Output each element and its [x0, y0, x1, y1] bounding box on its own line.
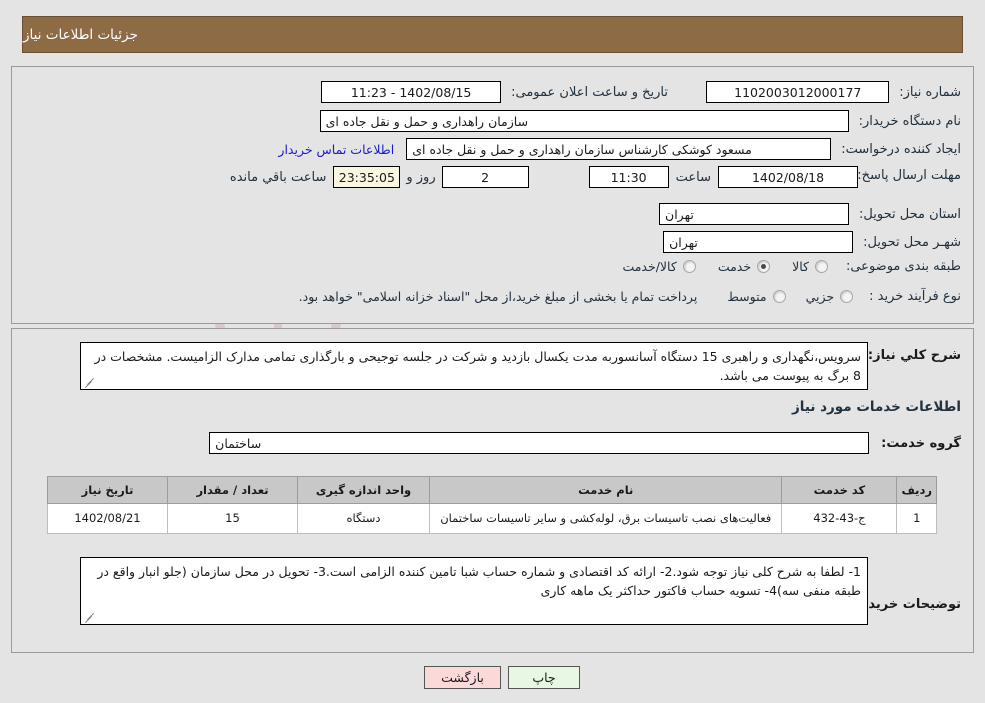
cell-index: 1: [896, 503, 937, 534]
deadline-date-field[interactable]: 1402/08/18: [718, 166, 858, 188]
request-creator-row: ایجاد کننده درخواست: مسعود کوشکی کارشناس…: [278, 138, 961, 160]
cell-unit: دستگاه: [297, 503, 430, 534]
deadline-hour-field[interactable]: 11:30: [588, 166, 669, 188]
purchase-type-row: نوع فرآیند خرید : جزیي متوسط پرداخت تمام…: [299, 289, 961, 304]
category-row: طبقه بندی موضوعی: کالا خدمت کالا/خدمت: [622, 259, 961, 274]
request-creator-label: ایجاد کننده درخواست:: [841, 141, 961, 157]
buyer-org-row: نام دستگاه خریدار: سازمان راهداری و حمل …: [319, 110, 961, 132]
category-radio-kala-khedmat[interactable]: [682, 260, 696, 273]
table-row: 1 ج-43-432 فعالیت‌های نصب تاسیسات برق، ل…: [47, 503, 937, 534]
category-option-kala-khedmat[interactable]: کالا/خدمت: [622, 259, 696, 274]
cell-name: فعالیت‌های نصب تاسیسات برق، لوله‌کشی و س…: [428, 503, 783, 534]
service-details-panel: شرح کلي نیاز: سرویس،نگهداری و راهبری 15 …: [11, 328, 974, 653]
province-field[interactable]: تهران: [659, 203, 850, 225]
category-option-khedmat[interactable]: خدمت: [717, 259, 771, 274]
cell-date: 1402/08/21: [47, 503, 168, 534]
deadline-days-label: روز و: [406, 169, 436, 185]
service-group-label: گروه خدمت:: [881, 435, 961, 451]
purchase-type-option-jozi[interactable]: جزیي: [806, 289, 854, 304]
buyer-notes-text: 1- لطفا به شرح کلی نیاز توجه شود.2- ارائ…: [97, 564, 861, 599]
need-info-panel: شماره نیاز: 1102003012000177 تاریخ و ساع…: [11, 66, 974, 324]
table-col-qty: تعداد / مقدار: [167, 476, 298, 504]
service-group-field[interactable]: ساختمان: [209, 432, 870, 454]
buyer-org-field[interactable]: سازمان راهداری و حمل و نقل جاده ای: [319, 110, 849, 132]
category-label-kala-khedmat: کالا/خدمت: [622, 259, 677, 274]
category-radio-kala[interactable]: [814, 260, 828, 273]
purchase-type-label-motevaset: متوسط: [727, 289, 767, 304]
table-col-name: نام خدمت: [428, 476, 783, 504]
category-label-khedmat: خدمت: [717, 259, 752, 274]
category-label: طبقه بندی موضوعی:: [845, 259, 961, 274]
purchase-type-note: پرداخت تمام یا بخشی از مبلغ خرید،از محل …: [298, 289, 698, 304]
need-number-row: شماره نیاز: 1102003012000177: [706, 81, 961, 103]
table-header-row: ردیف کد خدمت نام خدمت واحد اندازه گیری ت…: [47, 476, 937, 504]
purchase-type-radio-motevaset[interactable]: [772, 290, 786, 303]
purchase-type-option-motevaset[interactable]: متوسط: [727, 289, 786, 304]
deadline-hour-label: ساعت: [675, 169, 711, 185]
buyer-org-label: نام دستگاه خریدار:: [858, 113, 961, 129]
general-description-row: شرح کلي نیاز:: [868, 345, 961, 363]
cell-qty: 15: [167, 503, 298, 534]
need-number-label: شماره نیاز:: [899, 84, 961, 100]
resize-grip-icon-notes[interactable]: [84, 612, 95, 624]
province-row: استان محل تحویل: تهران: [659, 203, 961, 225]
city-row: شهـر محل تحویل: تهران: [663, 231, 961, 253]
page-title-bar: جزئیات اطلاعات نیاز: [22, 16, 963, 53]
deadline-days-field[interactable]: 2: [441, 166, 529, 188]
deadline-label-wrap: مهلت ارسال پاسخ: تا تاریخ:: [811, 166, 961, 186]
public-announce-row: تاریخ و ساعت اعلان عمومی: 1402/08/15 - 1…: [321, 81, 668, 103]
general-description-label: شرح کلي نیاز:: [867, 348, 961, 363]
general-description-text: سرویس،نگهداری و راهبری 15 دستگاه آسانسور…: [94, 349, 861, 384]
services-section-heading: اطلاعات خدمات مورد نیاز: [791, 399, 961, 415]
public-announce-label: تاریخ و ساعت اعلان عمومی:: [511, 84, 668, 100]
general-description-textarea[interactable]: سرویس،نگهداری و راهبری 15 دستگاه آسانسور…: [80, 342, 868, 390]
purchase-type-label: نوع فرآیند خرید :: [869, 289, 961, 304]
category-label-kala: کالا: [792, 259, 809, 274]
city-field[interactable]: تهران: [663, 231, 854, 253]
public-announce-field[interactable]: 1402/08/15 - 11:23: [321, 81, 502, 103]
resize-grip-icon[interactable]: [84, 377, 95, 389]
table-col-index: ردیف: [896, 476, 937, 504]
purchase-type-radio-jozi[interactable]: [840, 290, 854, 303]
deadline-label: مهلت ارسال پاسخ: تا تاریخ:: [811, 168, 961, 183]
print-button[interactable]: چاپ: [508, 666, 580, 689]
back-button[interactable]: بازگشت: [424, 666, 501, 689]
table-col-code: کد خدمت: [781, 476, 898, 504]
deadline-countdown-field: 23:35:05: [333, 166, 401, 188]
page-title: جزئیات اطلاعات نیاز: [23, 26, 138, 43]
buyer-notes-textarea[interactable]: 1- لطفا به شرح کلی نیاز توجه شود.2- ارائ…: [80, 557, 868, 625]
services-table: ردیف کد خدمت نام خدمت واحد اندازه گیری ت…: [47, 476, 937, 534]
category-radio-khedmat[interactable]: [757, 260, 771, 273]
table-col-unit: واحد اندازه گیری: [297, 476, 430, 504]
city-label: شهـر محل تحویل:: [863, 234, 961, 250]
deadline-row: 1402/08/18 ساعت 11:30 2 روز و 23:35:05 س…: [230, 166, 858, 188]
province-label: استان محل تحویل:: [859, 206, 961, 222]
service-group-row: گروه خدمت: ساختمان: [209, 432, 961, 454]
deadline-remaining-label: ساعت باقي مانده: [229, 169, 327, 185]
need-number-field[interactable]: 1102003012000177: [706, 81, 890, 103]
cell-code: ج-43-432: [781, 503, 898, 534]
buyer-contact-link[interactable]: اطلاعات تماس خریدار: [278, 142, 394, 157]
purchase-type-label-jozi: جزیي: [805, 289, 835, 304]
request-creator-field[interactable]: مسعود کوشکی کارشناس سازمان راهداری و حمل…: [406, 138, 832, 160]
category-option-kala[interactable]: کالا: [792, 259, 828, 274]
table-col-date: تاریخ نیاز: [47, 476, 168, 504]
